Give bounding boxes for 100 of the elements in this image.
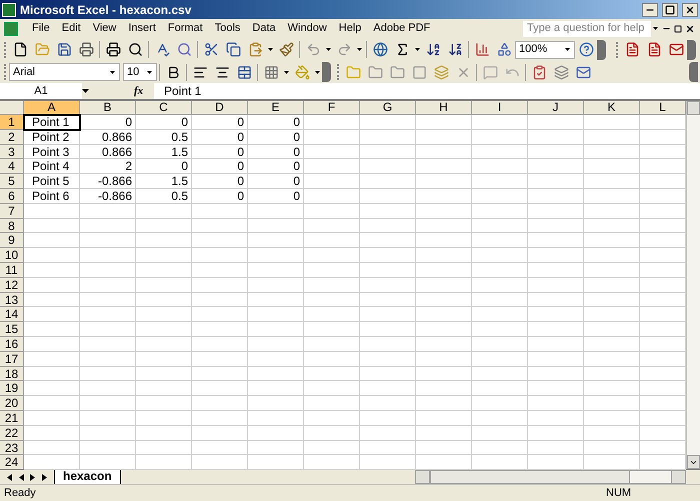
row-header[interactable]: 23: [0, 440, 24, 456]
close-icon[interactable]: [684, 24, 696, 34]
column-header[interactable]: H: [416, 101, 472, 115]
toolbar-grip[interactable]: [4, 64, 7, 80]
column-header[interactable]: G: [360, 101, 416, 115]
row-header[interactable]: 24: [0, 455, 24, 470]
menu-item[interactable]: Help: [332, 20, 368, 37]
row-header[interactable]: 18: [0, 366, 24, 382]
row-header[interactable]: 7: [0, 204, 24, 219]
row-header[interactable]: 19: [0, 381, 24, 396]
table-cell: [304, 174, 360, 189]
toolbar-grip[interactable]: [337, 64, 340, 80]
formula-field[interactable]: Point 1: [154, 83, 700, 99]
column-header[interactable]: F: [304, 101, 360, 115]
column-header[interactable]: I: [472, 101, 528, 115]
font-size-field[interactable]: 10: [123, 63, 157, 81]
row-header[interactable]: 17: [0, 352, 24, 367]
menu-item[interactable]: Format: [162, 20, 209, 37]
table-cell: 1.5: [136, 144, 192, 160]
menu-item[interactable]: View: [86, 20, 122, 37]
row-header[interactable]: 10: [0, 248, 24, 263]
table-cell: [360, 144, 416, 160]
column-header[interactable]: A: [24, 101, 80, 115]
table-cell: [80, 410, 136, 426]
dropdown-arrow-icon[interactable]: [565, 48, 570, 51]
help-search-field[interactable]: Type a question for help: [523, 20, 651, 36]
table-cell: [24, 248, 80, 263]
name-box[interactable]: A1: [0, 83, 82, 99]
minimize-button[interactable]: [642, 2, 658, 16]
zoom-field[interactable]: 100%: [515, 40, 575, 58]
row-header[interactable]: 16: [0, 336, 24, 352]
column-header[interactable]: E: [248, 101, 304, 115]
dropdown-arrow-icon[interactable]: [82, 89, 89, 93]
close-button[interactable]: [682, 2, 698, 16]
dropdown-arrow-icon[interactable]: [110, 70, 115, 74]
toolbar-options-icon[interactable]: [687, 40, 696, 60]
table-cell: [528, 307, 584, 322]
vertical-scrollbar[interactable]: [686, 101, 700, 469]
table-cell: [304, 144, 360, 160]
toolbar-options-icon[interactable]: [597, 40, 606, 60]
font-field[interactable]: Arial: [9, 63, 120, 81]
table-cell: [304, 188, 360, 204]
table-cell: [136, 262, 192, 278]
row-header[interactable]: 20: [0, 396, 24, 411]
column-header[interactable]: J: [528, 101, 584, 115]
row-header[interactable]: 21: [0, 410, 24, 426]
column-header[interactable]: K: [584, 101, 640, 115]
row-header[interactable]: 11: [0, 262, 24, 278]
row-header[interactable]: 14: [0, 307, 24, 322]
table-cell: [416, 322, 472, 337]
row-header[interactable]: 2: [0, 130, 24, 145]
table-cell: [528, 396, 584, 411]
row-header[interactable]: 13: [0, 292, 24, 308]
column-header[interactable]: D: [192, 101, 248, 115]
row-header[interactable]: 9: [0, 233, 24, 248]
table-cell: [528, 174, 584, 189]
table-cell: [416, 218, 472, 234]
menu-item[interactable]: Insert: [122, 20, 162, 37]
table-cell: [248, 233, 304, 248]
restore-icon[interactable]: [672, 24, 684, 32]
table-cell: [584, 292, 640, 308]
menu-item[interactable]: Tools: [208, 20, 246, 37]
table-cell: [192, 336, 248, 352]
row-header[interactable]: 15: [0, 322, 24, 337]
table-cell: [136, 322, 192, 337]
menu-item[interactable]: Adobe PDF: [367, 20, 436, 37]
row-header[interactable]: 3: [0, 144, 24, 160]
menu-item[interactable]: Window: [282, 20, 333, 37]
function-label[interactable]: fx: [134, 82, 154, 100]
menu-item[interactable]: File: [26, 20, 56, 37]
table-cell: [472, 440, 528, 456]
document-icon[interactable]: [4, 22, 18, 36]
menu-item[interactable]: Edit: [56, 20, 87, 37]
table-cell: 0: [192, 174, 248, 189]
toolbar-grip[interactable]: [616, 42, 619, 58]
menu-item[interactable]: Data: [246, 20, 282, 37]
row-header[interactable]: 1: [0, 115, 24, 130]
toolbar-options-icon[interactable]: [322, 62, 331, 82]
table-cell: Point 1: [24, 115, 80, 130]
table-cell: [528, 426, 584, 441]
row-header[interactable]: 8: [0, 218, 24, 234]
row-header[interactable]: 4: [0, 159, 24, 174]
row-header[interactable]: 5: [0, 174, 24, 189]
row-header[interactable]: 6: [0, 188, 24, 204]
table-cell: [80, 248, 136, 263]
dropdown-arrow-icon[interactable]: [147, 70, 152, 74]
toolbar-grip[interactable]: [4, 42, 7, 58]
sheet-tab[interactable]: hexacon: [54, 470, 121, 484]
column-header[interactable]: L: [640, 101, 686, 115]
row-header[interactable]: 22: [0, 426, 24, 441]
column-header[interactable]: B: [80, 101, 136, 115]
restore-button[interactable]: [662, 2, 678, 16]
table-cell: [416, 440, 472, 456]
horizontal-scrollbar[interactable]: [415, 470, 686, 484]
column-header[interactable]: C: [136, 101, 192, 115]
restore-icon: [665, 4, 675, 14]
row-header[interactable]: 12: [0, 278, 24, 293]
table-cell: 0: [192, 144, 248, 160]
table-cell: [360, 248, 416, 263]
toolbar-options-icon[interactable]: [689, 62, 698, 82]
